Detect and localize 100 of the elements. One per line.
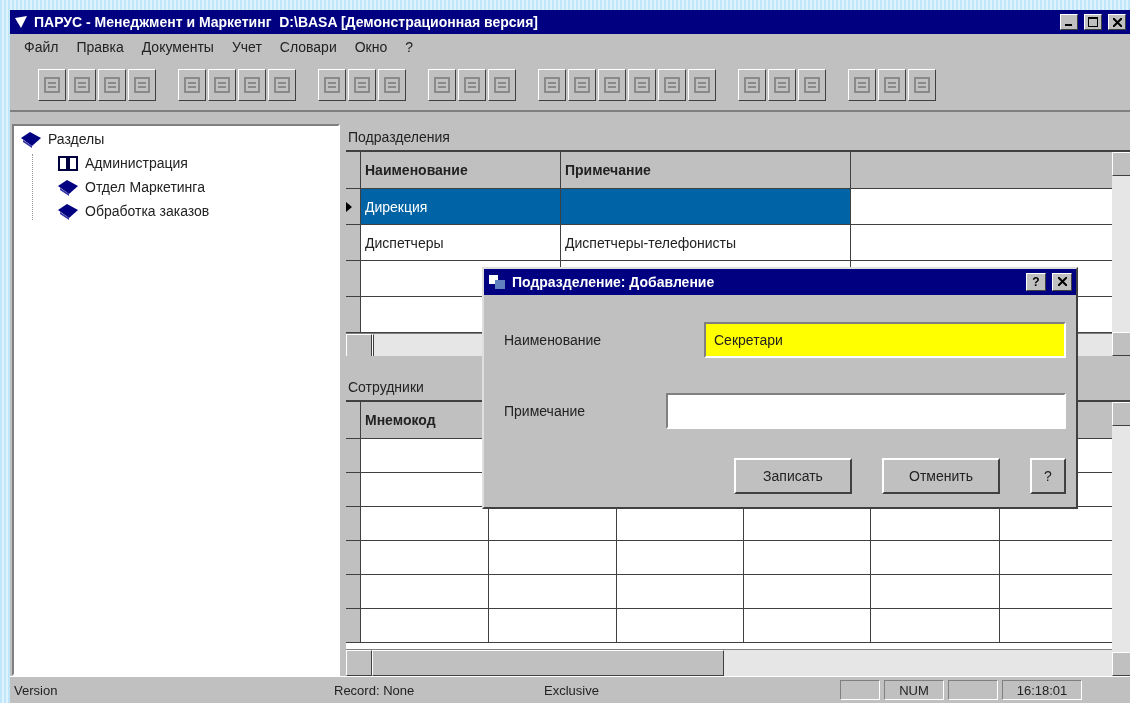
toolbar-glyph-icon: [42, 75, 62, 95]
toolbar-button[interactable]: [68, 69, 96, 101]
status-panel: [948, 680, 998, 700]
toolbar-glyph-icon: [462, 75, 482, 95]
table-cell: Дирекция: [361, 189, 561, 224]
menu-item[interactable]: Учет: [229, 39, 264, 55]
toolbar-glyph-icon: [692, 75, 712, 95]
vertical-scrollbar[interactable]: [1112, 152, 1130, 356]
status-indicator: NUM: [884, 680, 944, 700]
menu-item[interactable]: Окно: [352, 39, 390, 55]
dialog-title: Подразделение: Добавление: [512, 274, 716, 290]
status-text: Version: [13, 682, 59, 698]
app-logo-icon: [14, 15, 28, 29]
close-icon: [1057, 277, 1067, 286]
toolbar-glyph-icon: [632, 75, 652, 95]
toolbar-button[interactable]: [208, 69, 236, 101]
toolbar-button[interactable]: [488, 69, 516, 101]
toolbar-button[interactable]: [568, 69, 596, 101]
toolbar-button[interactable]: [238, 69, 266, 101]
tree-item[interactable]: Обработка заказов: [85, 203, 210, 219]
column-header[interactable]: Наименование: [361, 152, 561, 188]
toolbar-glyph-icon: [432, 75, 452, 95]
toolbar-glyph-icon: [132, 75, 152, 95]
toolbar-glyph-icon: [912, 75, 932, 95]
toolbar-glyph-icon: [212, 75, 232, 95]
tree-item[interactable]: Администрация: [85, 155, 188, 171]
toolbar-button[interactable]: [428, 69, 456, 101]
toolbar-glyph-icon: [602, 75, 622, 95]
toolbar-glyph-icon: [102, 75, 122, 95]
toolbar-glyph-icon: [322, 75, 342, 95]
toolbar-glyph-icon: [492, 75, 512, 95]
menu-item[interactable]: Словари: [277, 39, 339, 55]
dialog-icon: [488, 274, 506, 290]
maximize-button[interactable]: [1084, 14, 1102, 30]
toolbar-button[interactable]: [658, 69, 686, 101]
toolbar-button[interactable]: [848, 69, 876, 101]
maximize-icon: [1088, 17, 1098, 27]
dialog-button[interactable]: Отменить: [882, 457, 1000, 494]
toolbar-glyph-icon: [382, 75, 402, 95]
toolbar-glyph-icon: [772, 75, 792, 95]
toolbar-button[interactable]: [768, 69, 796, 101]
toolbar-button[interactable]: [798, 69, 826, 101]
horizontal-scrollbar[interactable]: [346, 649, 1112, 676]
field-label: Примечание: [504, 403, 586, 419]
toolbar-button[interactable]: [908, 69, 936, 101]
toolbar-glyph-icon: [572, 75, 592, 95]
menu-item[interactable]: Файл: [22, 39, 61, 55]
dialog-button[interactable]: Записать: [734, 457, 852, 494]
toolbar-glyph-icon: [272, 75, 292, 95]
toolbar-glyph-icon: [742, 75, 762, 95]
minimize-button[interactable]: [1060, 14, 1078, 30]
toolbar-button[interactable]: [598, 69, 626, 101]
toolbar-glyph-icon: [882, 75, 902, 95]
toolbar-glyph-icon: [542, 75, 562, 95]
book-icon: [57, 202, 79, 220]
toolbar-glyph-icon: [852, 75, 872, 95]
toolbar-glyph-icon: [72, 75, 92, 95]
open-book-icon: [57, 154, 79, 172]
toolbar-button[interactable]: [38, 69, 66, 101]
toolbar-button[interactable]: [738, 69, 766, 101]
status-text: Record: None: [333, 682, 416, 698]
toolbar-glyph-icon: [182, 75, 202, 95]
toolbar-button[interactable]: [878, 69, 906, 101]
menu-item[interactable]: Правка: [74, 39, 126, 55]
column-header[interactable]: Примечание: [561, 152, 851, 188]
menu-item[interactable]: Документы: [139, 39, 216, 55]
toolbar-button[interactable]: [688, 69, 716, 101]
toolbar-button[interactable]: [458, 69, 486, 101]
status-panel: [840, 680, 880, 700]
field-label: Наименование: [504, 331, 602, 348]
tree-item[interactable]: Разделы: [48, 131, 105, 147]
toolbar-button[interactable]: [538, 69, 566, 101]
toolbar-button[interactable]: [628, 69, 656, 101]
row-pointer-icon: [346, 201, 352, 212]
dialog-button[interactable]: ?: [1030, 457, 1066, 494]
toolbar-glyph-icon: [242, 75, 262, 95]
window-title: ПАРУС - Менеджмент и Маркетинг D:\BASA [Демонстрационная версия]: [34, 14, 539, 30]
toolbar-button[interactable]: [128, 69, 156, 101]
toolbar-glyph-icon: [802, 75, 822, 95]
toolbar-glyph-icon: [662, 75, 682, 95]
toolbar-button[interactable]: [318, 69, 346, 101]
book-icon: [20, 130, 42, 148]
status-clock: 16:18:01: [1002, 680, 1082, 700]
vertical-scrollbar[interactable]: [1112, 402, 1130, 676]
toolbar-button[interactable]: [378, 69, 406, 101]
toolbar-glyph-icon: [352, 75, 372, 95]
input-field[interactable]: Секретари: [704, 321, 1066, 358]
book-icon: [57, 178, 79, 196]
status-text: Exclusive: [543, 682, 600, 698]
tree-item[interactable]: Отдел Маркетинга: [85, 179, 205, 195]
toolbar-button[interactable]: [268, 69, 296, 101]
input-field[interactable]: [666, 393, 1066, 429]
toolbar-button[interactable]: [348, 69, 376, 101]
close-button[interactable]: [1108, 14, 1126, 30]
help-button[interactable]: ?: [1026, 273, 1046, 291]
close-icon: [1112, 17, 1122, 27]
toolbar-button[interactable]: [98, 69, 126, 101]
toolbar-button[interactable]: [178, 69, 206, 101]
menu-item[interactable]: ?: [403, 39, 416, 55]
close-button[interactable]: [1052, 273, 1072, 291]
